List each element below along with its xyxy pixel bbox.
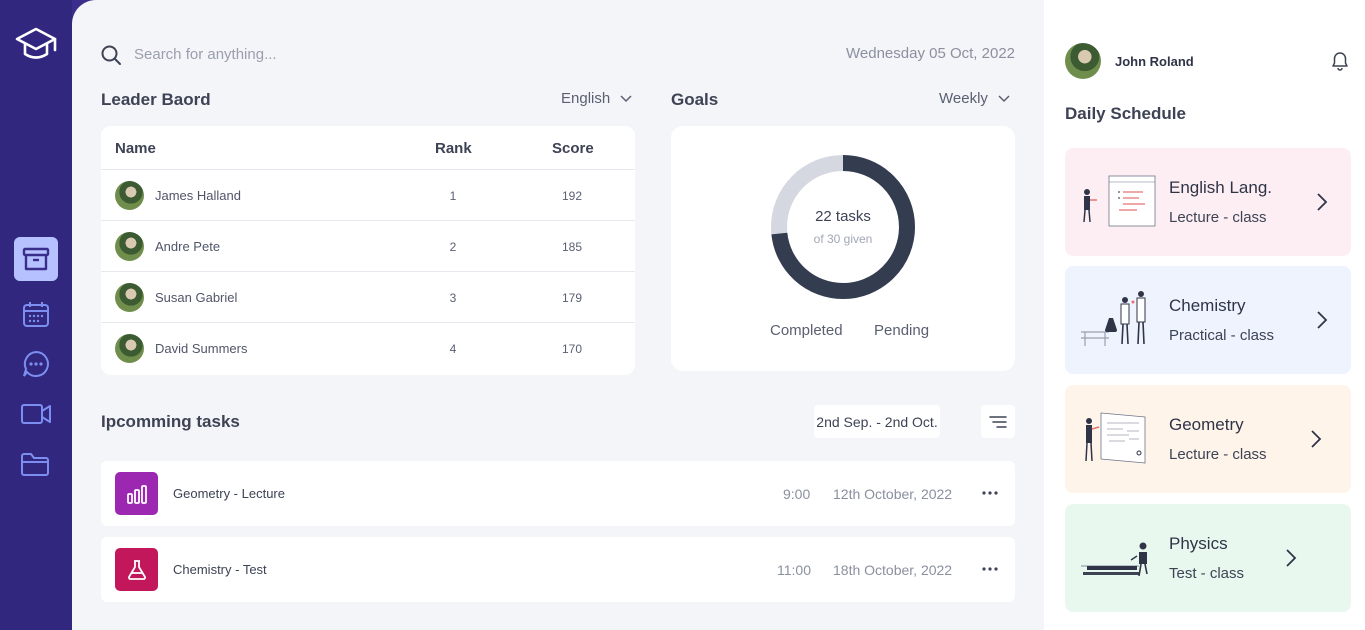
leaderboard-title: Leader Baord bbox=[101, 90, 211, 109]
schedule-title: Daily Schedule bbox=[1065, 104, 1186, 123]
table-row[interactable]: Susan Gabriel 3 179 bbox=[101, 272, 635, 323]
video-icon[interactable] bbox=[14, 392, 58, 436]
chevron-right-icon bbox=[1317, 311, 1328, 329]
lab-illustration-icon bbox=[1081, 291, 1146, 346]
period-dropdown[interactable]: Weekly bbox=[939, 90, 1010, 107]
schedule-type: Lecture - class bbox=[1169, 446, 1267, 463]
schedule-panel: John Roland Daily Schedule English Lang.… bbox=[1044, 0, 1365, 630]
date-range-label: 2nd Sep. - 2nd Oct. bbox=[816, 413, 938, 430]
student-rank: 2 bbox=[449, 240, 457, 254]
chat-icon[interactable] bbox=[14, 342, 58, 386]
task-row[interactable]: Chemistry - Test 11:00 18th October, 202… bbox=[101, 537, 1015, 602]
schedule-subject: Chemistry bbox=[1169, 296, 1246, 315]
date-range-button[interactable]: 2nd Sep. - 2nd Oct. bbox=[814, 405, 940, 438]
calendar-icon[interactable] bbox=[14, 292, 58, 336]
column-score[interactable]: Score bbox=[552, 140, 594, 157]
student-name: James Halland bbox=[155, 188, 241, 203]
student-rank: 4 bbox=[449, 342, 457, 356]
bell-icon[interactable] bbox=[1330, 51, 1350, 71]
task-row[interactable]: Geometry - Lecture 9:00 12th October, 20… bbox=[101, 461, 1015, 526]
schedule-subject: English Lang. bbox=[1169, 178, 1273, 197]
goals-donut-chart bbox=[771, 155, 915, 299]
sidebar bbox=[0, 0, 72, 630]
filter-icon bbox=[989, 415, 1007, 428]
test-illustration-icon bbox=[1081, 542, 1148, 577]
schedule-subject: Physics bbox=[1169, 534, 1228, 553]
goals-card: 22 tasks of 30 given Completed Pending bbox=[671, 126, 1015, 371]
tasks-title: Ipcomming tasks bbox=[101, 412, 240, 431]
task-date: 12th October, 2022 bbox=[833, 486, 953, 502]
goals-tasks-total: of 30 given bbox=[813, 232, 873, 246]
task-time: 11:00 bbox=[777, 562, 811, 578]
schedule-type: Practical - class bbox=[1169, 327, 1275, 344]
column-rank[interactable]: Rank bbox=[435, 140, 472, 157]
whiteboard-illustration-icon bbox=[1085, 412, 1146, 464]
schedule-type: Test - class bbox=[1169, 565, 1245, 582]
student-rank: 3 bbox=[449, 291, 457, 305]
more-icon[interactable] bbox=[981, 483, 999, 503]
schedule-subject: Geometry bbox=[1169, 415, 1244, 434]
current-date: Wednesday 05 Oct, 2022 bbox=[846, 45, 1015, 62]
chevron-down-icon bbox=[998, 94, 1010, 102]
search-input[interactable] bbox=[134, 40, 454, 68]
chevron-right-icon bbox=[1311, 430, 1322, 448]
main-panel: Wednesday 05 Oct, 2022 Leader Baord Engl… bbox=[72, 0, 1044, 630]
bar-chart-icon bbox=[115, 472, 158, 515]
task-date: 18th October, 2022 bbox=[833, 562, 953, 578]
schedule-type: Lecture - class bbox=[1169, 209, 1267, 226]
chevron-right-icon bbox=[1317, 193, 1328, 211]
subject-dropdown[interactable]: English bbox=[561, 90, 632, 107]
lecture-illustration-icon bbox=[1083, 175, 1156, 227]
avatar bbox=[115, 181, 144, 210]
student-score: 192 bbox=[561, 189, 583, 203]
schedule-card-english[interactable]: English Lang. Lecture - class bbox=[1065, 148, 1351, 256]
legend-pending: Pending bbox=[874, 322, 930, 339]
search-icon bbox=[101, 45, 121, 65]
schedule-card-physics[interactable]: Physics Test - class bbox=[1065, 504, 1351, 612]
more-icon[interactable] bbox=[981, 559, 999, 579]
avatar bbox=[115, 232, 144, 261]
chevron-down-icon bbox=[620, 94, 632, 102]
table-row[interactable]: David Summers 4 170 bbox=[101, 323, 635, 374]
avatar[interactable] bbox=[1065, 43, 1101, 79]
student-score: 185 bbox=[561, 240, 583, 254]
goals-title: Goals bbox=[671, 90, 719, 109]
flask-icon bbox=[115, 548, 158, 591]
avatar bbox=[115, 334, 144, 363]
task-name: Geometry - Lecture bbox=[173, 486, 285, 501]
student-name: David Summers bbox=[155, 341, 248, 356]
student-score: 170 bbox=[561, 342, 583, 356]
period-dropdown-value: Weekly bbox=[939, 90, 988, 107]
subject-dropdown-value: English bbox=[561, 90, 611, 107]
leaderboard-table: Name Rank Score James Halland 1 192 Andr… bbox=[101, 126, 635, 375]
goals-tasks-count: 22 tasks bbox=[815, 208, 871, 225]
avatar bbox=[115, 283, 144, 312]
schedule-card-geometry[interactable]: Geometry Lecture - class bbox=[1065, 385, 1351, 493]
task-name: Chemistry - Test bbox=[173, 562, 267, 577]
user-name: John Roland bbox=[1115, 54, 1194, 69]
table-row[interactable]: James Halland 1 192 bbox=[101, 170, 635, 221]
archive-icon[interactable] bbox=[14, 237, 58, 281]
student-score: 179 bbox=[561, 291, 583, 305]
student-name: Andre Pete bbox=[155, 239, 221, 254]
graduation-cap-icon[interactable] bbox=[14, 22, 58, 64]
leaderboard-header: Name Rank Score bbox=[101, 126, 635, 170]
legend-completed: Completed bbox=[770, 322, 843, 339]
filter-button[interactable] bbox=[981, 405, 1015, 438]
table-row[interactable]: Andre Pete 2 185 bbox=[101, 221, 635, 272]
chevron-right-icon bbox=[1286, 549, 1297, 567]
folder-icon[interactable] bbox=[14, 442, 58, 486]
schedule-card-chemistry[interactable]: Chemistry Practical - class bbox=[1065, 266, 1351, 374]
column-name[interactable]: Name bbox=[115, 140, 156, 157]
task-time: 9:00 bbox=[783, 486, 811, 502]
student-name: Susan Gabriel bbox=[155, 290, 238, 305]
student-rank: 1 bbox=[449, 189, 457, 203]
